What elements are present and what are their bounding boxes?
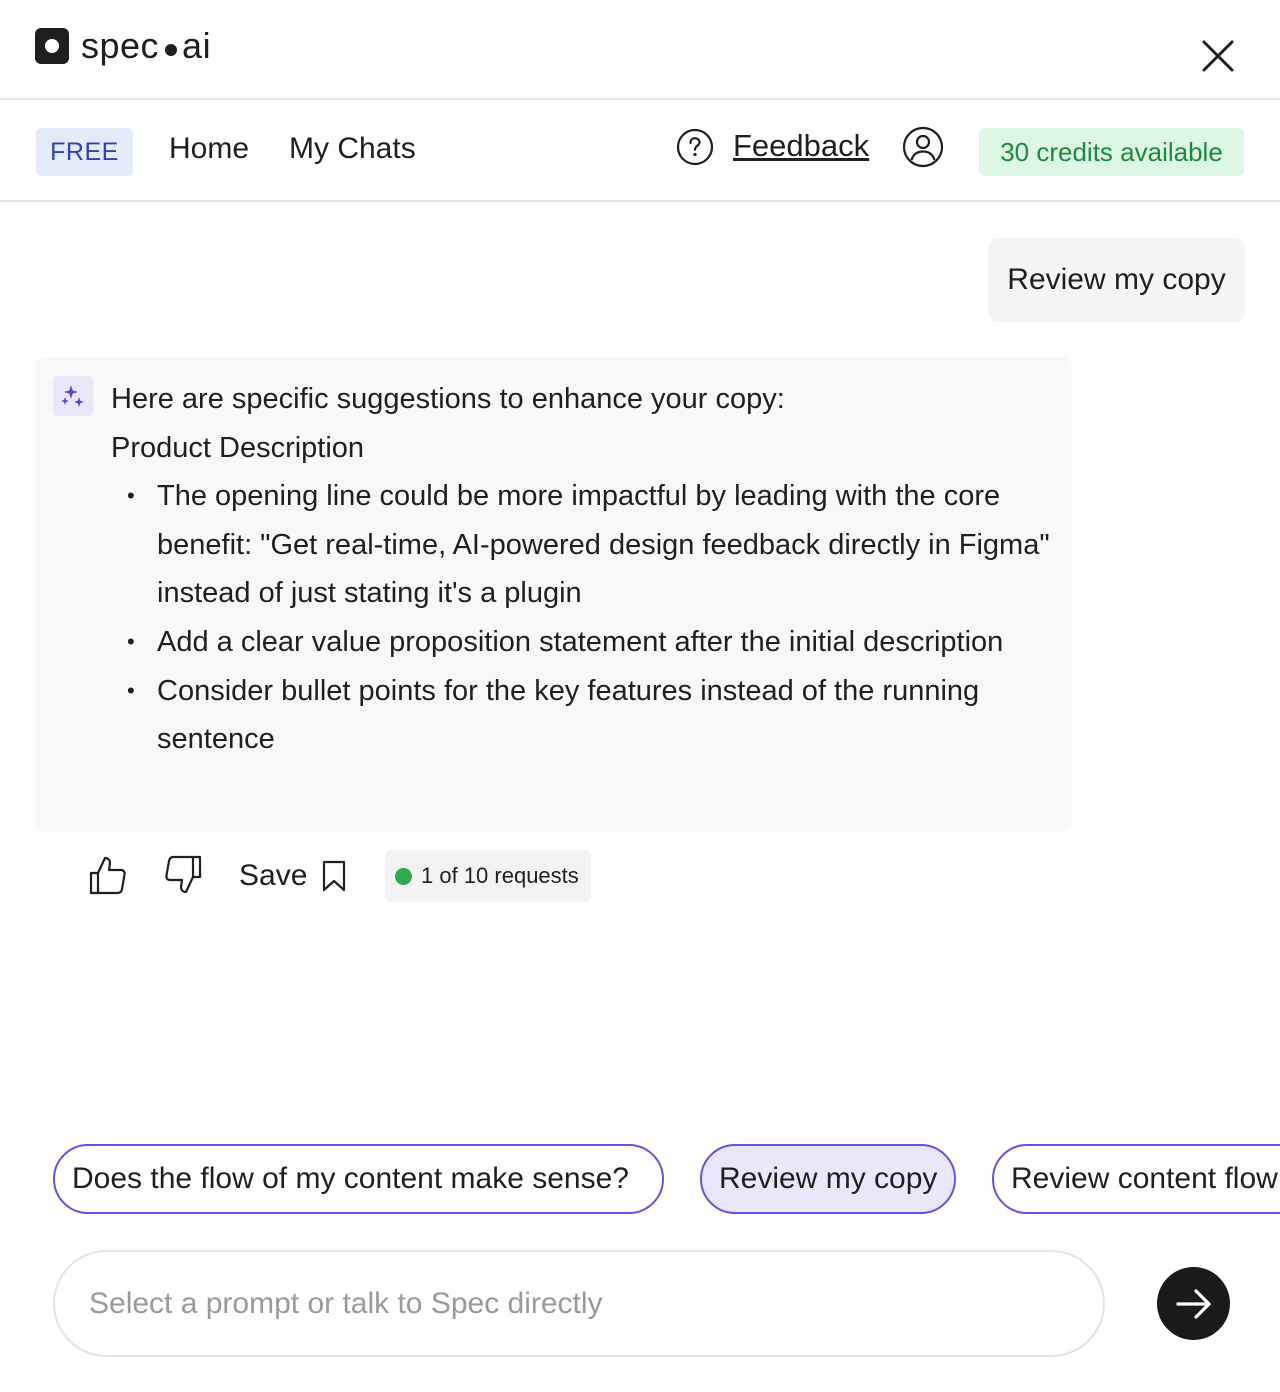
- ai-suggestion-list: The opening line could be more impactful…: [111, 472, 1051, 764]
- logo-text-spec: spec: [81, 25, 160, 66]
- logo-dot: [165, 44, 178, 56]
- help-icon[interactable]: [676, 128, 714, 166]
- logo-text-ai: ai: [182, 25, 212, 66]
- bookmark-icon: [323, 860, 346, 892]
- save-button[interactable]: Save: [239, 855, 347, 897]
- list-item: The opening line could be more impactful…: [111, 472, 1051, 618]
- ai-response-text: Here are specific suggestions to enhance…: [111, 375, 1051, 764]
- logo: spec ai: [35, 26, 211, 66]
- status-dot: [395, 867, 412, 885]
- prompt-input[interactable]: [53, 1250, 1105, 1357]
- user-icon[interactable]: [902, 126, 944, 168]
- prompt-chip-content-flow[interactable]: Does the flow of my content make sense?: [53, 1144, 664, 1214]
- close-icon[interactable]: [1198, 36, 1238, 76]
- user-message-bubble: Review my copy: [988, 238, 1245, 322]
- list-item: Add a clear value proposition statement …: [111, 618, 1051, 667]
- nav-home-link[interactable]: Home: [169, 132, 249, 166]
- list-item: Consider bullet points for the key featu…: [111, 667, 1051, 764]
- sparkle-icon: [53, 376, 93, 416]
- nav-my-chats-link[interactable]: My Chats: [289, 132, 416, 166]
- ai-section-heading: Product Description: [111, 431, 365, 464]
- credits-badge: 30 credits available: [979, 128, 1244, 176]
- plan-badge: FREE: [36, 128, 133, 176]
- prompt-chip-review-copy[interactable]: Review my copy: [700, 1144, 956, 1214]
- arrow-right-icon: [1175, 1288, 1211, 1319]
- save-label: Save: [239, 859, 308, 892]
- top-bar: spec ai: [0, 0, 1280, 100]
- ai-response-card: Here are specific suggestions to enhance…: [36, 357, 1072, 832]
- requests-label: 1 of 10 requests: [421, 863, 579, 888]
- thumbs-up-icon[interactable]: [88, 854, 128, 896]
- logo-text: spec ai: [81, 26, 211, 66]
- feedback-link[interactable]: Feedback: [733, 128, 869, 164]
- prompt-chip-review-content-flow[interactable]: Review content flow: [992, 1144, 1280, 1214]
- logo-mark-icon: [35, 28, 69, 64]
- ai-intro-text: Here are specific suggestions to enhance…: [111, 383, 785, 415]
- send-button[interactable]: [1157, 1267, 1230, 1340]
- nav-bar: FREE Home My Chats Feedback 30 credits a…: [0, 100, 1280, 202]
- requests-status: 1 of 10 requests: [385, 850, 591, 902]
- thumbs-down-icon[interactable]: [163, 854, 203, 896]
